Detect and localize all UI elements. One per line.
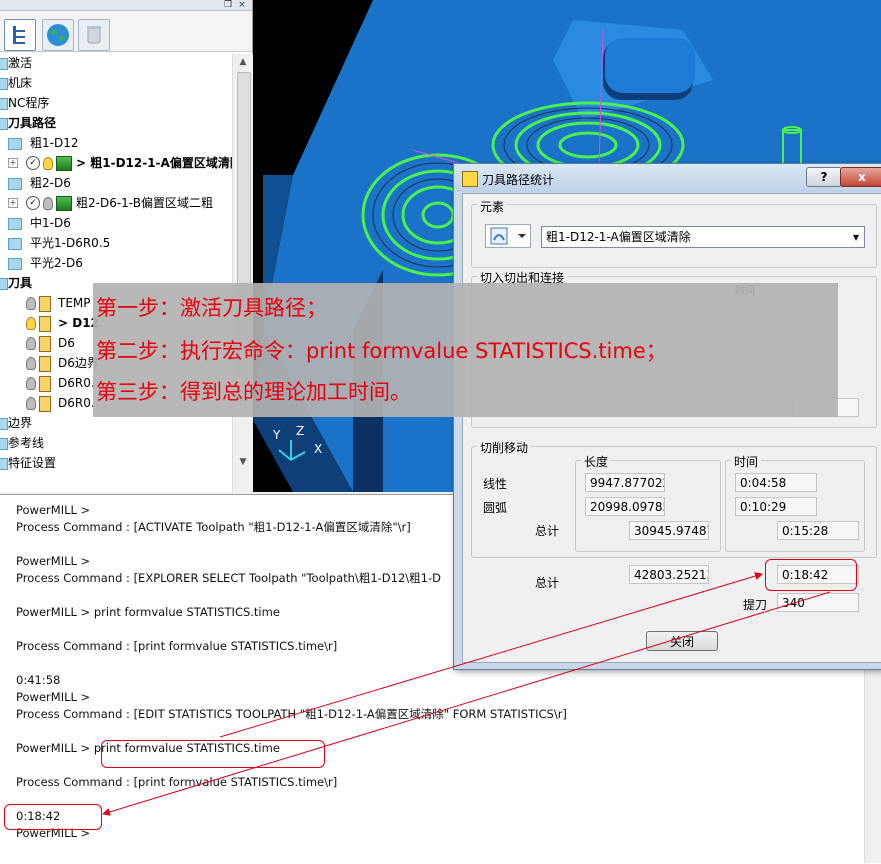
annotation-arrows [102, 572, 831, 816]
arrow-total-to-result [102, 591, 831, 816]
arrow-command-to-total [219, 572, 763, 738]
